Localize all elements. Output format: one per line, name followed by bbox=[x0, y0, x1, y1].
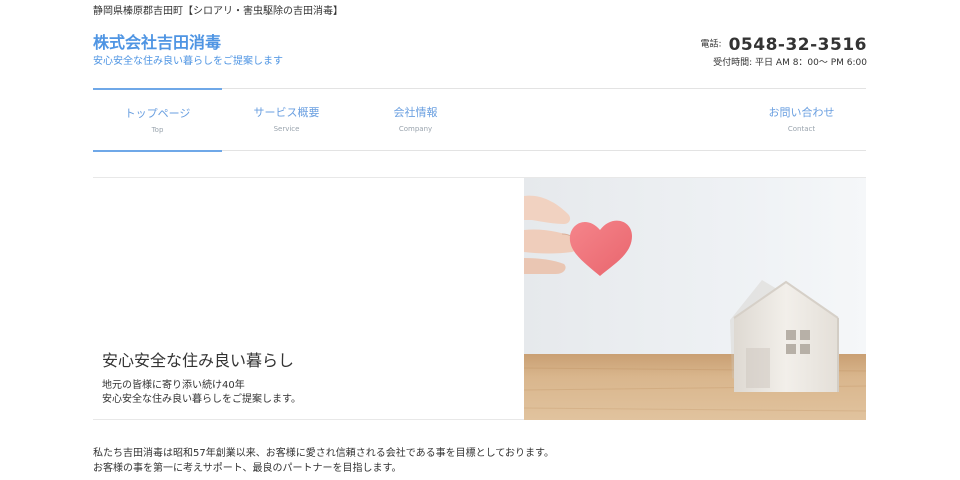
hero-line: 地元の皆様に寄り添い続け40年 bbox=[102, 380, 245, 391]
company-name-logo[interactable]: 株式会社吉田消毒 bbox=[93, 33, 283, 53]
nav-item-label: 会社情報 bbox=[393, 106, 438, 119]
nav-item-sublabel: Top bbox=[151, 126, 164, 134]
intro-line: お客様の事を第一に考えサポート、最良のパートナーを目指します。 bbox=[93, 463, 402, 474]
hero-line: 安心安全な住み良い暮らしをご提案します。 bbox=[102, 394, 301, 405]
hero-image bbox=[524, 178, 866, 420]
hero-illustration bbox=[524, 178, 866, 420]
phone-row: 電話: 0548-32-3516 bbox=[700, 33, 867, 56]
intro-text: 私たち吉田消毒は昭和57年創業以来、お客様に愛され信頼される会社である事を目標と… bbox=[93, 446, 554, 476]
nav-item-top[interactable]: トップページ Top bbox=[93, 88, 222, 152]
nav-item-label: お問い合わせ bbox=[768, 106, 835, 119]
company-subtitle: 安心安全な住み良い暮らしをご提案します bbox=[93, 56, 283, 67]
contact-info: 電話: 0548-32-3516 受付時間: 平日 AM 8：00～ PM 6:… bbox=[700, 33, 867, 69]
page: 静岡県榛原郡吉田町【シロアリ・害虫駆除の吉田消毒】 株式会社吉田消毒 安心安全な… bbox=[0, 0, 960, 480]
hero-title: 安心安全な住み良い暮らし bbox=[102, 351, 295, 370]
phone-label: 電話: bbox=[700, 39, 722, 50]
brand[interactable]: 株式会社吉田消毒 安心安全な住み良い暮らしをご提案します bbox=[93, 33, 283, 69]
nav-item-company[interactable]: 会社情報 Company bbox=[351, 89, 480, 151]
top-tagline: 静岡県榛原郡吉田町【シロアリ・害虫駆除の吉田消毒】 bbox=[93, 6, 343, 17]
business-hours: 受付時間: 平日 AM 8：00～ PM 6:00 bbox=[713, 57, 867, 68]
intro-line: 私たち吉田消毒は昭和57年創業以来、お客様に愛され信頼される会社である事を目標と… bbox=[93, 448, 555, 459]
nav-item-label: サービス概要 bbox=[253, 106, 320, 119]
nav-item-contact[interactable]: お問い合わせ Contact bbox=[737, 89, 866, 151]
nav-item-label: トップページ bbox=[124, 107, 191, 120]
nav-item-sublabel: Service bbox=[273, 125, 300, 133]
nav-item-service[interactable]: サービス概要 Service bbox=[222, 89, 351, 151]
nav-item-sublabel: Contact bbox=[787, 125, 816, 133]
hero-text: 安心安全な住み良い暮らし 地元の皆様に寄り添い続け40年 安心安全な住み良い暮ら… bbox=[102, 351, 301, 407]
main-nav: トップページ Top サービス概要 Service 会社情報 Company お… bbox=[93, 88, 866, 152]
phone-number[interactable]: 0548-32-3516 bbox=[729, 35, 867, 55]
hero-banner: 安心安全な住み良い暮らし 地元の皆様に寄り添い続け40年 安心安全な住み良い暮ら… bbox=[93, 177, 866, 420]
nav-item-sublabel: Company bbox=[398, 125, 433, 133]
